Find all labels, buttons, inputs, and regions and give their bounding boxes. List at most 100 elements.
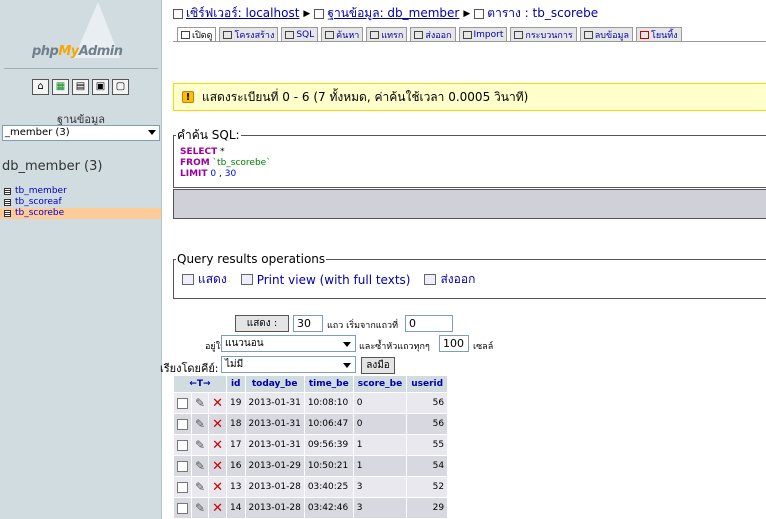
drop-icon (640, 30, 649, 39)
row-actions-header: ←T→ (174, 376, 226, 392)
cell-userid: 29 (407, 498, 448, 518)
cell-id: 14 (226, 498, 245, 518)
delete-x-icon[interactable]: ✕ (212, 417, 223, 432)
sort-key-select[interactable]: ไม่มี (221, 356, 356, 373)
tab-structure[interactable]: โครงสร้าง (219, 27, 279, 41)
column-header-today-be[interactable]: today_be (245, 376, 304, 392)
tab-browse[interactable]: เปิดดู (177, 27, 217, 41)
edit-pencil-icon[interactable]: ✎ (195, 459, 205, 473)
database-select[interactable]: _member (3) (2, 125, 160, 141)
cell-userid: 55 (407, 435, 448, 455)
row-checkbox[interactable] (177, 397, 188, 409)
home-icon[interactable]: ⌂ (32, 79, 49, 95)
repeat-headers-input[interactable]: 100 (439, 335, 469, 352)
edit-pencil-icon[interactable]: ✎ (195, 501, 205, 515)
tab-empty[interactable]: ลบข้อมูล (579, 27, 633, 41)
quick-icons: ⌂ ▦ ▤ ▣ ▢ (32, 79, 129, 95)
table-row: ✎ ✕ 17 2013-01-31 09:56:39 1 55 (174, 435, 448, 455)
print-view-full-link[interactable]: Print view (with full texts) (240, 270, 410, 289)
delete-x-icon[interactable]: ✕ (212, 480, 223, 495)
qro-legend: Query results operations (177, 252, 326, 266)
breadcrumb: เซิร์ฟเวอร์: localhost ▶ ฐานข้อมูล: db_m… (173, 4, 598, 23)
cell-time-be: 03:40:25 (304, 477, 353, 497)
print-view-link[interactable]: แสดง (182, 270, 227, 289)
sql-query-actions-bar (173, 189, 766, 219)
breadcrumb-server[interactable]: เซิร์ฟเวอร์: localhost (186, 4, 299, 23)
table-item-tb-scorebe[interactable]: tb_scorebe (0, 208, 161, 219)
export-link[interactable]: ส่งออก (424, 270, 475, 289)
cell-today-be: 2013-01-31 (245, 414, 304, 434)
cell-time-be: 10:06:47 (304, 414, 353, 434)
cell-today-be: 2013-01-31 (245, 435, 304, 455)
delete-x-icon[interactable]: ✕ (212, 438, 223, 453)
row-checkbox[interactable] (177, 481, 188, 493)
table-icon (4, 188, 11, 195)
navigation-frame: phpMyAdmin ⌂ ▦ ▤ ▣ ▢ ฐานข้อมูล _member (… (0, 0, 162, 519)
show-button[interactable]: แสดง : (235, 315, 289, 332)
table-icon (4, 210, 11, 217)
row-checkbox[interactable] (177, 418, 188, 430)
cell-today-be: 2013-01-28 (245, 477, 304, 497)
delete-x-icon[interactable]: ✕ (212, 501, 223, 516)
rows-label: แถว เริ่มจากแถวที่ (327, 321, 399, 331)
display-mode-select[interactable]: แนวนอน (221, 335, 356, 352)
tab-export[interactable]: ส่งออก (410, 27, 456, 41)
cell-id: 16 (226, 456, 245, 476)
tab-import[interactable]: Import (458, 27, 508, 41)
table-row: ✎ ✕ 19 2013-01-31 10:08:10 0 56 (174, 393, 448, 413)
cell-score-be: 1 (353, 456, 407, 476)
reload-icon[interactable]: ▢ (112, 79, 129, 95)
cell-time-be: 10:50:21 (304, 456, 353, 476)
breadcrumb-table[interactable]: ตาราง : tb_scorebe (487, 4, 598, 23)
cells-label: เซลล์ (473, 342, 494, 352)
results-table: ←T→ id today_be time_be score_be userid … (173, 375, 448, 519)
column-header-time-be[interactable]: time_be (304, 376, 353, 392)
phpmyadmin-logo[interactable]: phpMyAdmin (0, 0, 161, 69)
cell-today-be: 2013-01-31 (245, 393, 304, 413)
breadcrumb-database[interactable]: ฐานข้อมูล: db_member (327, 4, 459, 23)
delete-x-icon[interactable]: ✕ (212, 396, 223, 411)
edit-pencil-icon[interactable]: ✎ (195, 438, 205, 452)
repeat-label: และซ้ำหัวแถวทุกๆ (359, 342, 430, 352)
tab-search[interactable]: ค้นหา (321, 27, 364, 41)
sql-query-window-icon[interactable]: ▦ (52, 79, 69, 95)
tab-bar: เปิดดู โครงสร้าง SQL ค้นหา แทรก ส่งออก I… (177, 27, 682, 41)
database-name-link[interactable]: db_member (3) (2, 159, 102, 174)
cell-score-be: 0 (353, 414, 407, 434)
documentation-icon[interactable]: ▤ (72, 79, 89, 95)
tab-sql[interactable]: SQL (281, 27, 319, 41)
cell-score-be: 0 (353, 393, 407, 413)
edit-pencil-icon[interactable]: ✎ (195, 480, 205, 494)
query-results-operations: Query results operations แสดง Print view… (173, 252, 766, 299)
cell-userid: 56 (407, 414, 448, 434)
edit-pencil-icon[interactable]: ✎ (195, 417, 205, 431)
table-item-tb-member[interactable]: tb_member (0, 186, 161, 197)
notice-text: แสดงระเบียนที่ 0 - 6 (7 ทั้งหมด, ค่าค้นใ… (202, 89, 529, 104)
wrench-icon (514, 30, 524, 39)
table-item-tb-scoreaf[interactable]: tb_scoreaf (0, 197, 161, 208)
tab-drop[interactable]: โยนทิ้ง (636, 27, 682, 41)
edit-pencil-icon[interactable]: ✎ (195, 396, 205, 410)
column-header-score-be[interactable]: score_be (353, 376, 407, 392)
row-checkbox[interactable] (177, 460, 188, 472)
cell-today-be: 2013-01-28 (245, 498, 304, 518)
column-header-id[interactable]: id (226, 376, 245, 392)
breadcrumb-separator-icon: ▶ (463, 8, 471, 19)
column-header-userid[interactable]: userid (407, 376, 448, 392)
cell-id: 19 (226, 393, 245, 413)
start-row-input[interactable]: 0 (405, 315, 453, 332)
row-checkbox[interactable] (177, 502, 188, 514)
row-checkbox[interactable] (177, 439, 188, 451)
go-button[interactable]: ลงมือ (361, 357, 395, 374)
rows-input[interactable]: 30 (293, 315, 323, 332)
sql-query-code: SELECT * FROM `tb_scorebe` LIMIT 0 , 30 (180, 147, 271, 179)
sql-query-box: คำค้น SQL: SELECT * FROM `tb_scorebe` LI… (173, 126, 766, 188)
cell-id: 13 (226, 477, 245, 497)
cell-time-be: 10:08:10 (304, 393, 353, 413)
server-icon (173, 8, 183, 19)
cell-userid: 52 (407, 477, 448, 497)
delete-x-icon[interactable]: ✕ (212, 459, 223, 474)
mysql-docs-icon[interactable]: ▣ (92, 79, 109, 95)
tab-operations[interactable]: กระบวนการ (510, 27, 577, 41)
tab-insert[interactable]: แทรก (366, 27, 408, 41)
